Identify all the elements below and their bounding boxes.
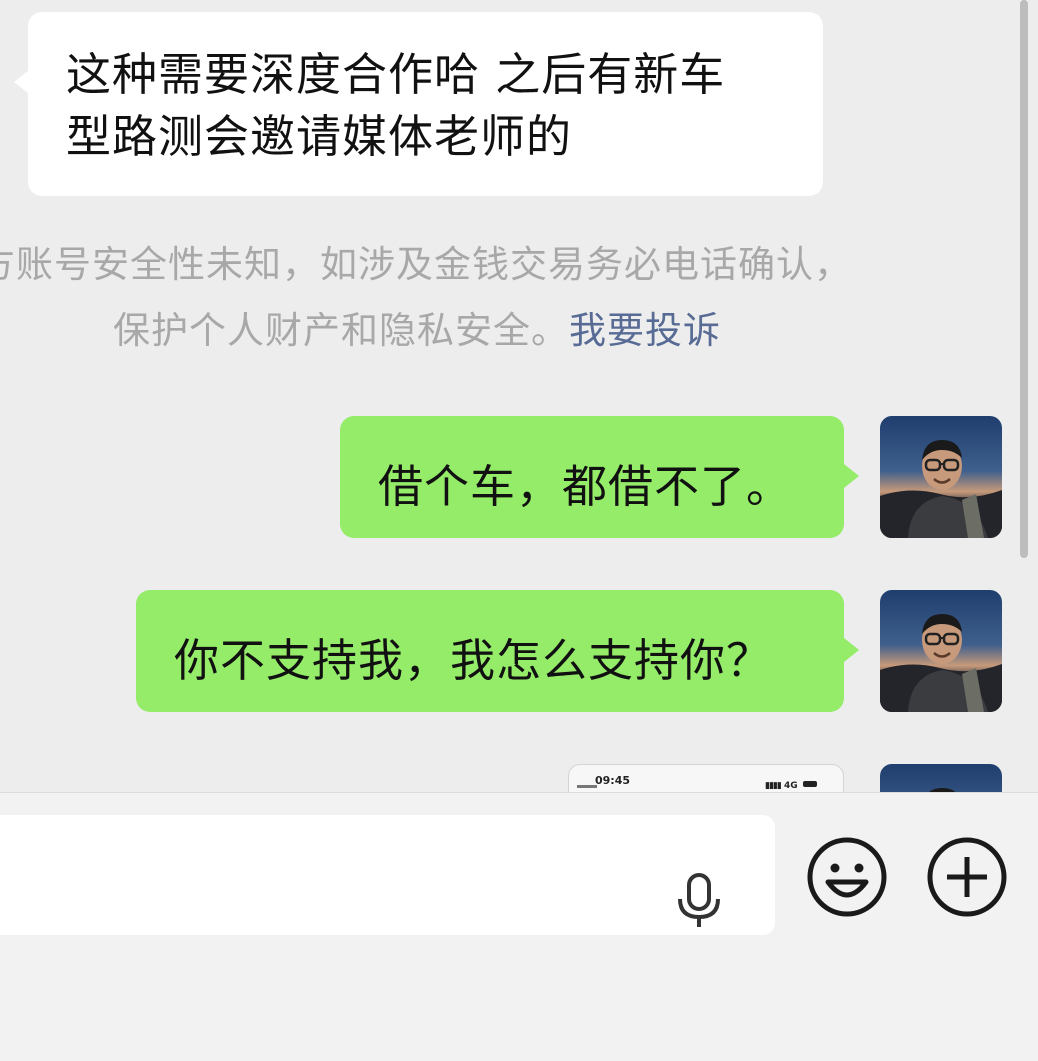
image-message-thumbnail[interactable]: 09:45 ▮▮▮▮ 4G	[568, 764, 844, 792]
outgoing-message-text: 你不支持我，我怎么支持你？	[174, 634, 773, 687]
signal-icon: ▮▮▮▮	[765, 781, 782, 791]
outgoing-message-bubble[interactable]: 你不支持我，我怎么支持你？	[136, 590, 859, 712]
plus-icon[interactable]	[926, 836, 1008, 918]
incoming-message-line-1: 这种需要深度合作哈 之后有新车	[66, 48, 726, 101]
input-bar	[0, 792, 1038, 1061]
outgoing-message-bubble[interactable]: 借个车，都借不了。	[340, 416, 859, 538]
incoming-message-bubble[interactable]: 这种需要深度合作哈 之后有新车 型路测会邀请媒体老师的	[14, 12, 823, 196]
avatar-photo-icon	[880, 416, 1002, 538]
chat-area[interactable]: 这种需要深度合作哈 之后有新车 型路测会邀请媒体老师的 方账号安全性未知，如涉及…	[0, 0, 1038, 792]
avatar[interactable]	[880, 590, 1002, 712]
incoming-message-text: 这种需要深度合作哈 之后有新车 型路测会邀请媒体老师的	[66, 44, 787, 168]
message-input[interactable]	[0, 815, 775, 935]
security-notice-line-1: 方账号安全性未知，如涉及金钱交易务必电话确认，	[0, 243, 852, 286]
avatar-photo-icon	[880, 764, 1002, 792]
incoming-message-line-2: 型路测会邀请媒体老师的	[66, 110, 573, 163]
thumbnail-back-indicator	[577, 785, 597, 788]
scrollbar[interactable]	[1020, 0, 1028, 558]
thumbnail-network: 4G	[783, 781, 798, 791]
microphone-icon[interactable]	[676, 873, 722, 929]
thumbnail-time: 09:45	[595, 774, 631, 787]
avatar-photo-icon	[880, 590, 1002, 712]
emoji-icon[interactable]	[806, 836, 888, 918]
security-notice-text: 保护个人财产和隐私安全。	[113, 309, 569, 352]
security-notice-line-2: 保护个人财产和隐私安全。我要投诉	[113, 298, 721, 364]
outgoing-message-text: 借个车，都借不了。	[378, 460, 793, 513]
avatar[interactable]	[880, 764, 1002, 792]
avatar[interactable]	[880, 416, 1002, 538]
battery-icon	[802, 781, 817, 787]
report-link[interactable]: 我要投诉	[569, 309, 721, 352]
thumbnail-status-bar: ▮▮▮▮ 4G	[765, 781, 817, 791]
